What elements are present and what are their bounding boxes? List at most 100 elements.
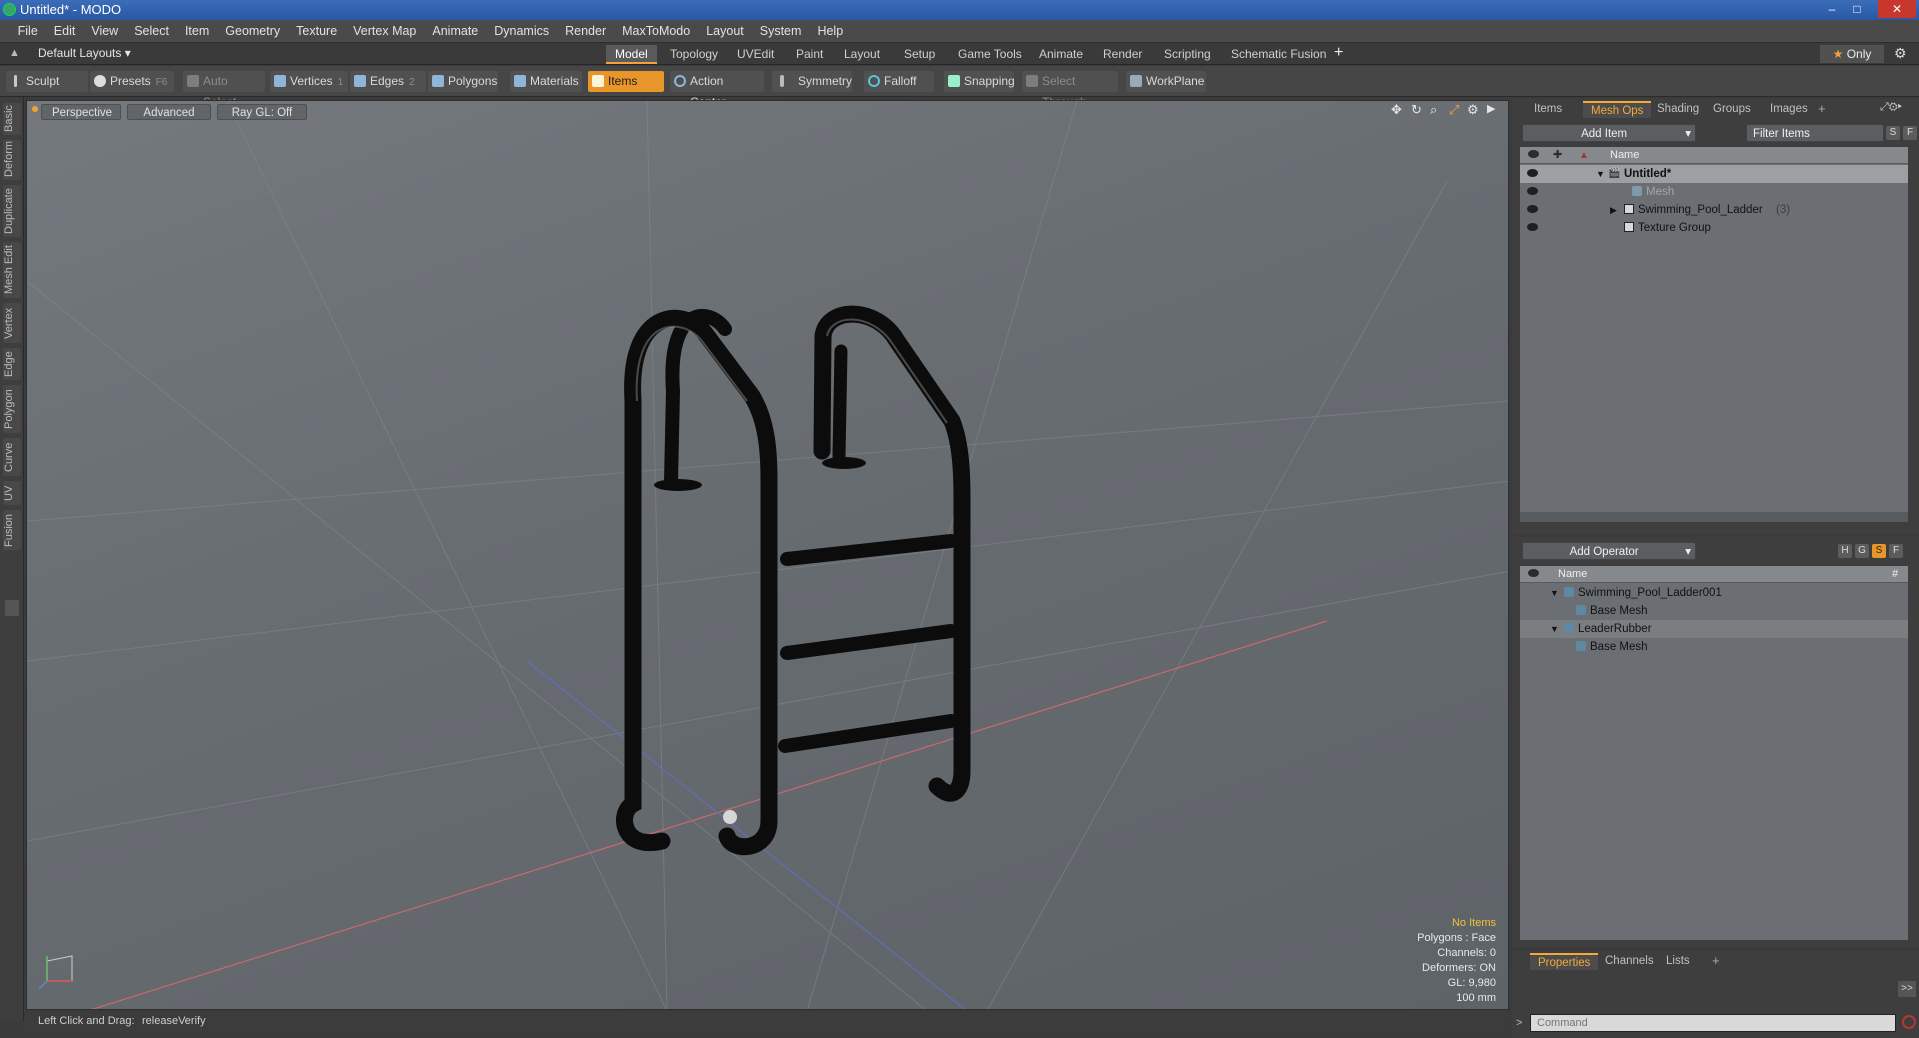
presets-button[interactable]: Presets F6 — [90, 71, 174, 92]
tab-setup[interactable]: Setup — [895, 45, 944, 64]
menu-item[interactable]: Item — [177, 20, 217, 43]
collapse-arrow-icon[interactable]: ▼ — [1550, 584, 1559, 602]
tab-items[interactable]: Items — [1526, 101, 1570, 118]
expand-arrow-icon[interactable]: ▶ — [1610, 201, 1617, 219]
item-list[interactable]: ✚ ▲ Name ▼ 🎬 Untitled* Mesh ▶ Swimming_Pool… — [1520, 147, 1908, 522]
add-operator-dropdown[interactable]: Add Operator ▾ — [1522, 542, 1696, 560]
tab-game-tools[interactable]: Game Tools — [949, 45, 1031, 64]
tab-uvedit[interactable]: UVEdit — [728, 45, 783, 64]
zoom-view-icon[interactable]: ⌕ — [1430, 102, 1437, 118]
list-item[interactable]: ▶ Swimming_Pool_Ladder (3) — [1520, 201, 1908, 219]
tab-render[interactable]: Render — [1094, 45, 1151, 64]
tab-basic[interactable]: Basic — [3, 103, 21, 135]
close-button[interactable]: ✕ — [1878, 0, 1916, 18]
filter-items-input[interactable]: Filter Items — [1746, 124, 1884, 142]
perspective-dropdown[interactable]: Perspective — [41, 104, 121, 120]
edges-button[interactable]: Edges 2 — [350, 71, 426, 92]
only-toggle[interactable]: ★ Only — [1820, 45, 1884, 63]
items-button[interactable]: Items — [588, 71, 664, 92]
visibility-eye-icon[interactable] — [1527, 169, 1538, 177]
workplane-button[interactable]: WorkPlane — [1126, 71, 1206, 92]
tab-vertex[interactable]: Vertex — [3, 303, 21, 343]
move-view-icon[interactable]: ✥ — [1391, 102, 1402, 118]
visibility-eye-icon[interactable] — [1527, 205, 1538, 213]
select-through-button[interactable]: Select Through — [1022, 71, 1118, 109]
menu-animate[interactable]: Animate — [424, 20, 486, 43]
collapse-arrow-icon[interactable]: ▼ — [1550, 620, 1559, 638]
menu-layout[interactable]: Layout — [698, 20, 752, 43]
tab-layout[interactable]: Layout — [835, 45, 889, 64]
list-item[interactable]: ▼ LeaderRubber — [1520, 620, 1908, 638]
tab-curve[interactable]: Curve — [3, 438, 21, 476]
advanced-dropdown[interactable]: Advanced — [127, 104, 211, 120]
gear-icon[interactable]: ⚙ — [1894, 45, 1907, 62]
command-input[interactable] — [1530, 1014, 1896, 1032]
view-settings-icon[interactable]: ⚙ — [1467, 102, 1479, 118]
add-item-dropdown[interactable]: Add Item ▾ — [1522, 124, 1696, 142]
tab-lists[interactable]: Lists — [1658, 953, 1698, 970]
tab-shading[interactable]: Shading — [1649, 101, 1707, 118]
action-center-button[interactable]: Action Center — [670, 71, 764, 109]
rotate-view-icon[interactable]: ↻ — [1411, 102, 1422, 118]
tab-groups[interactable]: Groups — [1705, 101, 1759, 118]
view-menu-arrow-icon[interactable]: ▶ — [1487, 102, 1495, 115]
list-item[interactable]: ▼ Swimming_Pool_Ladder001 — [1520, 584, 1908, 602]
auto-select-button[interactable]: Auto Select — [183, 71, 265, 109]
symmetry-button[interactable]: Symmetry — [772, 71, 852, 92]
tab-edge[interactable]: Edge — [3, 348, 21, 380]
maximize-view-icon[interactable]: ⤢ — [1449, 102, 1459, 118]
menu-render[interactable]: Render — [557, 20, 614, 43]
tab-topology[interactable]: Topology — [661, 45, 727, 64]
op-g-button[interactable]: G — [1855, 544, 1869, 558]
tab-mesh-ops[interactable]: Mesh Ops — [1583, 101, 1652, 118]
raygl-toggle[interactable]: Ray GL: Off — [217, 104, 307, 120]
menu-edit[interactable]: Edit — [46, 20, 84, 43]
falloff-button[interactable]: Falloff — [864, 71, 934, 92]
mesh-op-list[interactable]: Name # ▼ Swimming_Pool_Ladder001 Base Mes… — [1520, 566, 1908, 940]
list-item[interactable]: Base Mesh — [1520, 638, 1908, 656]
horizontal-scrollbar[interactable] — [1520, 512, 1908, 522]
visibility-eye-icon[interactable] — [1527, 187, 1538, 195]
menu-geometry[interactable]: Geometry — [217, 20, 288, 43]
tab-model[interactable]: Model — [606, 45, 657, 64]
sculpt-button[interactable]: Sculpt — [6, 71, 88, 92]
tab-properties[interactable]: Properties — [1530, 953, 1599, 970]
record-icon[interactable] — [1902, 1015, 1916, 1029]
tab-uv[interactable]: UV — [3, 481, 21, 505]
vertices-button[interactable]: Vertices 1 — [270, 71, 348, 92]
tab-schematic-fusion[interactable]: Schematic Fusion — [1222, 45, 1335, 64]
tab-animate[interactable]: Animate — [1030, 45, 1092, 64]
tab-images[interactable]: Images — [1762, 101, 1816, 118]
snapping-button[interactable]: Snapping — [944, 71, 1015, 92]
3d-viewport[interactable]: Perspective Advanced Ray GL: Off ✥ ↻ ⌕ ⤢… — [26, 100, 1509, 1010]
tab-polygon[interactable]: Polygon — [3, 385, 21, 433]
minimize-button[interactable]: – — [1820, 0, 1844, 18]
panel-toggle-button[interactable] — [5, 600, 19, 616]
menu-select[interactable]: Select — [126, 20, 177, 43]
tab-duplicate[interactable]: Duplicate — [3, 185, 21, 237]
menu-maxtomodo[interactable]: MaxToModo — [614, 20, 698, 43]
menu-texture[interactable]: Texture — [288, 20, 345, 43]
op-h-button[interactable]: H — [1838, 544, 1852, 558]
panel-pop-icon[interactable]: ⤢⚙▸ — [1880, 101, 1902, 114]
list-item[interactable]: Texture Group — [1520, 219, 1908, 237]
menu-help[interactable]: Help — [809, 20, 851, 43]
maximize-button[interactable]: □ — [1845, 0, 1869, 18]
menu-file[interactable]: File — [10, 20, 46, 43]
tab-paint[interactable]: Paint — [787, 45, 832, 64]
add-tab-icon[interactable]: + — [1712, 953, 1720, 968]
filter-s-button[interactable]: S — [1886, 126, 1900, 140]
menu-view[interactable]: View — [83, 20, 126, 43]
list-item[interactable]: Mesh — [1520, 183, 1908, 201]
menu-vertex-map[interactable]: Vertex Map — [345, 20, 424, 43]
collapse-arrow-icon[interactable]: ▼ — [1596, 165, 1605, 183]
add-tab-button[interactable]: + — [1334, 44, 1343, 62]
op-f-button[interactable]: F — [1889, 544, 1903, 558]
up-arrow-icon[interactable]: ▲ — [9, 47, 20, 59]
tab-deform[interactable]: Deform — [3, 140, 21, 180]
tab-fusion[interactable]: Fusion — [3, 510, 21, 550]
expand-button[interactable]: >> — [1898, 981, 1916, 997]
list-item[interactable]: ▼ 🎬 Untitled* — [1520, 165, 1908, 183]
filter-f-button[interactable]: F — [1903, 126, 1917, 140]
add-tab-icon[interactable]: + — [1818, 101, 1826, 116]
